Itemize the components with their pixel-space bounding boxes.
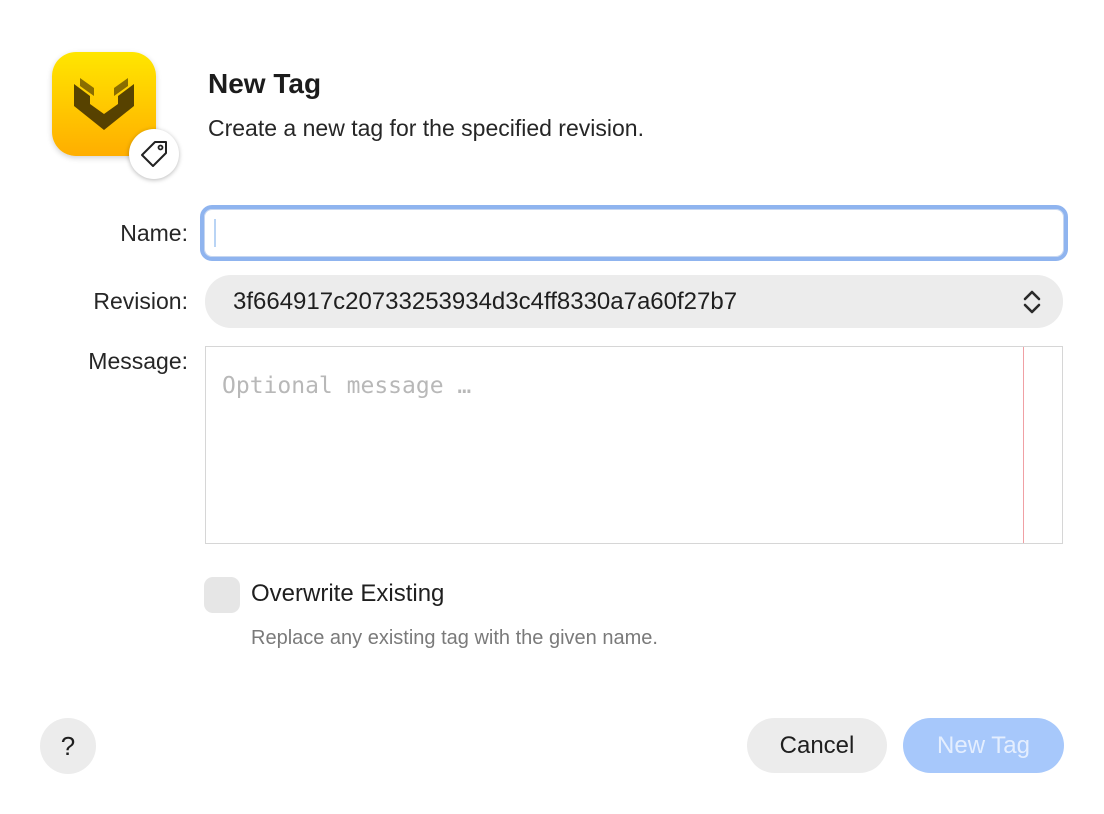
tag-icon [141,141,167,167]
revision-select[interactable]: 3f664917c20733253934d3c4ff8330a7a60f27b7 [205,275,1063,328]
message-textarea[interactable]: Optional message … [205,346,1063,544]
column-guide [1023,347,1024,543]
overwrite-help-text: Replace any existing tag with the given … [251,627,658,649]
chevron-logo-icon [74,78,134,130]
overwrite-label[interactable]: Overwrite Existing [251,580,444,608]
overwrite-checkbox[interactable] [204,577,240,613]
help-button[interactable]: ? [40,718,96,774]
revision-value: 3f664917c20733253934d3c4ff8330a7a60f27b7 [233,287,738,315]
cancel-button[interactable]: Cancel [747,718,887,773]
app-icon [52,52,179,179]
name-label: Name: [120,220,188,246]
dialog-title: New Tag [208,68,322,99]
chevron-up-down-icon [1023,290,1041,314]
dialog-subtitle: Create a new tag for the specified revis… [208,115,644,141]
name-input[interactable] [200,205,1068,261]
new-tag-button[interactable]: New Tag [903,718,1064,773]
message-placeholder: Optional message … [222,373,472,399]
revision-label: Revision: [93,288,188,314]
tag-badge [129,129,179,179]
text-caret [214,219,216,247]
message-label: Message: [88,348,188,374]
